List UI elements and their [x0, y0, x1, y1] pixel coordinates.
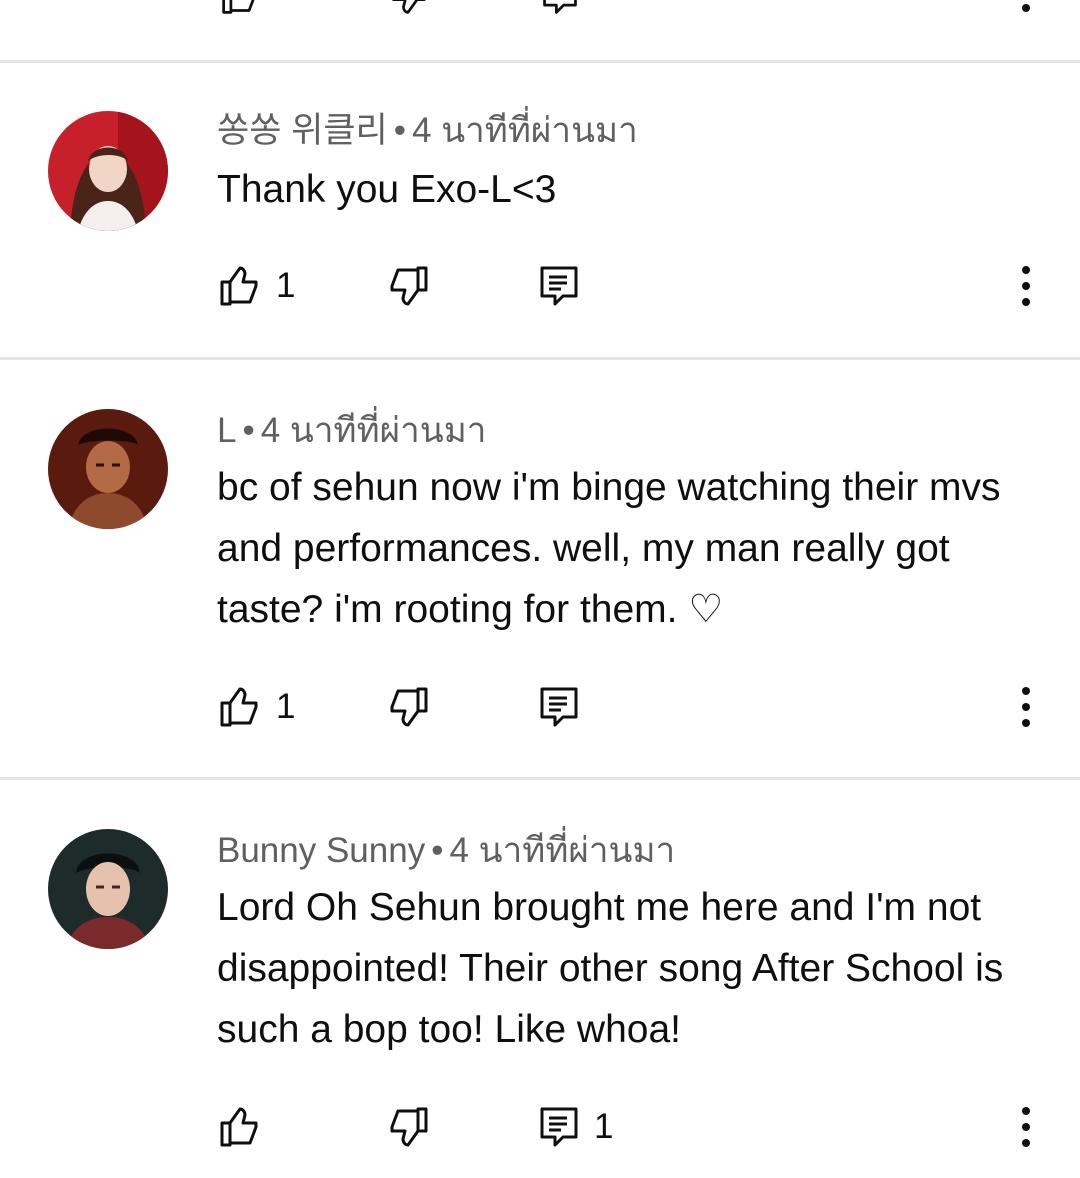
like-count: 1: [276, 266, 296, 305]
comment-meta: Bunny Sunny • 4 นาทีที่ผ่านมา: [217, 830, 675, 872]
comment-text: bc of sehun now i'm binge watching their…: [217, 466, 1001, 631]
more-vertical-icon: [1006, 266, 1046, 314]
like-button[interactable]: [218, 264, 262, 308]
thumb-up-icon: [218, 1105, 262, 1149]
dislike-button[interactable]: [386, 1105, 430, 1149]
thumb-down-icon: [386, 264, 430, 308]
more-vertical-icon: [1006, 687, 1046, 735]
comment-item: Bunny Sunny • 4 นาทีที่ผ่านมา Lord Oh Sehu…: [0, 780, 1080, 1178]
like-button[interactable]: [218, 1105, 262, 1149]
reply-count[interactable]: 1: [594, 1105, 613, 1149]
avatar[interactable]: [48, 829, 168, 949]
thumb-down-icon: [386, 1105, 430, 1149]
previous-comment-actions: [0, 0, 1080, 62]
comment-actions: 1: [0, 685, 1080, 735]
separator-dot: •: [431, 831, 444, 870]
thumb-up-icon: [218, 264, 262, 308]
reply-icon: [537, 1105, 581, 1149]
comment-actions: 1: [0, 1105, 1080, 1155]
comment-text: Thank you Exo-L<3: [217, 168, 557, 211]
avatar[interactable]: [48, 409, 168, 529]
comment-time[interactable]: 4 นาทีที่ผ่านมา: [261, 411, 487, 450]
comment-text: Lord Oh Sehun brought me here and I'm no…: [217, 886, 1004, 1051]
reply-icon: [537, 685, 581, 729]
reply-icon[interactable]: [540, 0, 580, 16]
comment-time[interactable]: 4 นาทีที่ผ่านมา: [449, 831, 675, 870]
comment-item: 쏭쏭 위클리 • 4 นาทีที่ผ่านมา Thank you Exo-L<3…: [0, 62, 1080, 358]
more-options-button[interactable]: [1006, 683, 1046, 731]
separator-dot: •: [393, 111, 406, 150]
reply-button[interactable]: [537, 264, 581, 308]
like-count: 1: [276, 687, 296, 726]
comment-meta: L • 4 นาทีที่ผ่านมา: [217, 410, 486, 452]
thumb-up-icon: [218, 685, 262, 729]
comment-item: L • 4 นาทีที่ผ่านมา bc of sehun now i'm bi…: [0, 360, 1080, 778]
reply-button[interactable]: [537, 685, 581, 729]
more-options-button[interactable]: [1006, 1103, 1046, 1151]
author-name[interactable]: 쏭쏭 위클리: [217, 111, 388, 150]
reply-button[interactable]: [537, 1105, 581, 1149]
comment-time[interactable]: 4 นาทีที่ผ่านมา: [412, 111, 638, 150]
author-name[interactable]: L: [217, 411, 236, 450]
reply-icon: [537, 264, 581, 308]
comment-actions: 1: [0, 264, 1080, 314]
comment-meta: 쏭쏭 위클리 • 4 นาทีที่ผ่านมา: [217, 110, 638, 152]
more-vertical-icon[interactable]: [1006, 0, 1046, 24]
thumb-down-icon[interactable]: [388, 0, 428, 16]
like-button[interactable]: [218, 685, 262, 729]
avatar[interactable]: [48, 111, 168, 231]
more-options-button[interactable]: [1006, 262, 1046, 310]
dislike-button[interactable]: [386, 685, 430, 729]
thumb-down-icon: [386, 685, 430, 729]
thumb-up-icon[interactable]: [220, 0, 260, 16]
dislike-button[interactable]: [386, 264, 430, 308]
author-name[interactable]: Bunny Sunny: [217, 831, 425, 870]
more-vertical-icon: [1006, 1107, 1046, 1155]
separator-dot: •: [242, 411, 255, 450]
